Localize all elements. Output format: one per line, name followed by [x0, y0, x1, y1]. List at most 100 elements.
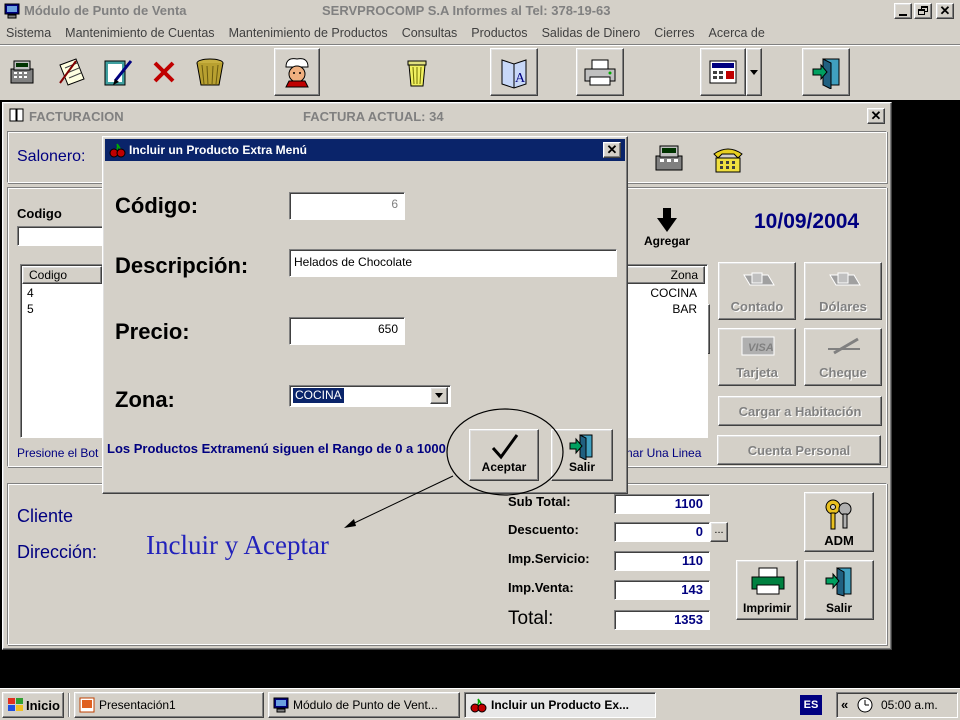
menu-productos[interactable]: Productos [471, 26, 527, 40]
task-incluir-producto[interactable]: Incluir un Producto Ex... [464, 692, 656, 718]
total-label: Total: [508, 608, 554, 629]
register-small-icon[interactable] [652, 142, 686, 179]
restore-button[interactable] [914, 3, 932, 19]
contado-button[interactable]: Contado [718, 262, 796, 320]
close-button[interactable]: ✕ [936, 3, 954, 19]
servicio-value: 110 [614, 551, 710, 571]
cheque-button[interactable]: Cheque [804, 328, 882, 386]
printer-button[interactable] [576, 48, 624, 96]
minimize-button[interactable] [894, 3, 912, 19]
codigo-field[interactable]: 6 [289, 192, 405, 220]
zona-selected-value: COCINA [293, 388, 344, 403]
dialog-title-bar: Incluir un Producto Extra Menú ✕ [105, 139, 625, 161]
chef-button[interactable] [274, 48, 320, 96]
annotation-text: Incluir y Aceptar [146, 530, 329, 560]
start-button[interactable]: Inicio [2, 692, 64, 718]
descripcion-field-label: Descripción: [115, 253, 249, 278]
edit-button[interactable] [96, 48, 140, 96]
notepad-button[interactable] [50, 48, 92, 96]
menu-acerca-de[interactable]: Acerca de [709, 26, 765, 40]
menu-cierres[interactable]: Cierres [654, 26, 694, 40]
servicio-label: Imp.Servicio: [508, 551, 590, 566]
svg-text:VISA: VISA [748, 342, 774, 354]
cheque-pen-icon [828, 337, 860, 355]
client-panel: Cliente Dirección: Sub Total: 1100 Descu… [7, 483, 887, 645]
book-icon: A [501, 59, 527, 89]
menu-salidas-dinero[interactable]: Salidas de Dinero [542, 26, 641, 40]
tarjeta-button[interactable]: VISA Tarjeta [718, 328, 796, 386]
menu-mantenimiento-productos[interactable]: Mantenimiento de Productos [229, 26, 388, 40]
menu-mantenimiento-cuentas[interactable]: Mantenimiento de Cuentas [65, 26, 214, 40]
list-header-zona[interactable]: Zona [625, 266, 705, 284]
dolares-button[interactable]: Dólares [804, 262, 882, 320]
current-invoice: FACTURA ACTUAL: 34 [303, 109, 444, 124]
codigo-label: Codigo [17, 206, 62, 221]
adm-button[interactable]: ADM [804, 492, 874, 552]
arrow-down-icon [657, 208, 677, 232]
aceptar-button[interactable]: Aceptar [469, 429, 539, 481]
agregar-button-face[interactable]: Agregar [628, 204, 706, 254]
dropdown-arrow-button[interactable] [746, 48, 762, 96]
facturacion-close-button[interactable]: ✕ [867, 108, 885, 124]
descuento-label: Descuento: [508, 522, 579, 537]
imprimir-button[interactable]: Imprimir [736, 560, 798, 620]
direccion-label: Dirección: [17, 542, 98, 562]
printer-icon [751, 567, 785, 595]
register-button[interactable] [4, 48, 40, 96]
chevron-down-icon [435, 393, 443, 398]
dialog-close-button[interactable]: ✕ [603, 142, 621, 158]
zona-dropdown-button[interactable] [430, 387, 448, 404]
edit-pen-icon [104, 60, 133, 86]
exit-door-icon [825, 567, 852, 597]
venta-value: 143 [614, 580, 710, 600]
basket-icon [196, 58, 224, 86]
precio-field-label: Precio: [115, 319, 190, 344]
window-title: Módulo de Punto de Venta [24, 3, 187, 18]
salir-button[interactable]: Salir [804, 560, 874, 620]
list-item-code[interactable]: 5 [27, 302, 34, 316]
zona-field-label: Zona: [115, 387, 175, 412]
menu-consultas[interactable]: Consultas [402, 26, 458, 40]
task-punto-venta[interactable]: Módulo de Punto de Vent... [268, 692, 460, 718]
cliente-label: Cliente [17, 506, 74, 526]
checkmark-icon [491, 434, 519, 460]
trash-can-icon [407, 60, 427, 87]
hint-text-right: nar Una Linea [626, 446, 702, 460]
company-info: SERVPROCOMP S.A Informes al Tel: 378-19-… [322, 3, 611, 18]
credit-card-icon: VISA [741, 336, 775, 356]
range-note: Los Productos Extramenú siguen el Rango … [107, 441, 446, 456]
list-item-code[interactable]: 4 [27, 286, 34, 300]
main-title-bar: Módulo de Punto de Venta SERVPROCOMP S.A… [0, 0, 960, 22]
delete-x-icon [153, 61, 175, 83]
descripcion-field[interactable]: Helados de Chocolate [289, 249, 617, 277]
codigo-input[interactable] [17, 226, 107, 246]
tray-expand-icon[interactable]: « [841, 697, 848, 712]
exit-button[interactable] [802, 48, 850, 96]
menu-sistema[interactable]: Sistema [6, 26, 51, 40]
extra-menu-dialog: Incluir un Producto Extra Menú ✕ Código:… [102, 136, 628, 494]
subtotal-value: 1100 [614, 494, 710, 514]
phone-icon[interactable] [708, 144, 748, 177]
cargar-habitacion-button[interactable]: Cargar a Habitación [718, 396, 882, 426]
cuenta-personal-button[interactable]: Cuenta Personal [717, 435, 881, 465]
list-header-codigo[interactable]: Codigo [22, 266, 102, 284]
delete-button[interactable] [144, 48, 184, 96]
zona-select[interactable]: COCINA [289, 385, 451, 407]
language-indicator[interactable]: ES [800, 695, 822, 715]
precio-field[interactable]: 650 [289, 317, 405, 345]
cherry-icon [108, 142, 126, 161]
descuento-ellipsis-button[interactable]: ... [710, 522, 728, 542]
powerpoint-icon [79, 697, 95, 713]
book-button[interactable]: A [490, 48, 538, 96]
task-presentacion[interactable]: Presentación1 [74, 692, 264, 718]
calculator-screen-button[interactable] [700, 48, 746, 96]
dialog-title: Incluir un Producto Extra Menú [129, 143, 308, 157]
trash-button[interactable] [394, 48, 440, 96]
taskbar: Inicio Presentación1 Módulo de Punto de … [0, 688, 960, 720]
basket-button[interactable] [188, 48, 232, 96]
clock-time[interactable]: 05:00 a.m. [881, 698, 938, 712]
facturacion-title-bar: FACTURACION FACTURA ACTUAL: 34 ✕ [5, 105, 889, 127]
cash-icon [743, 272, 775, 286]
calculator-screen-icon [709, 60, 737, 84]
dialog-salir-button[interactable]: Salir [551, 429, 613, 481]
